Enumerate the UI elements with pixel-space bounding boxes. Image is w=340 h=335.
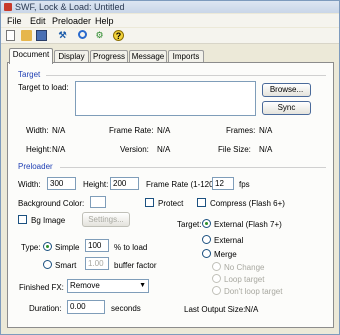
bg-image-checkbox[interactable] bbox=[18, 215, 27, 224]
duration-field[interactable]: 0.00 bbox=[67, 300, 105, 314]
no-change-label: No Change bbox=[224, 263, 265, 272]
browse-button[interactable]: Browse... bbox=[262, 83, 311, 97]
finished-fx-value: Remove bbox=[70, 281, 100, 290]
simple-label: Simple bbox=[55, 243, 80, 252]
toolbar: ⚒ ⚙ ? bbox=[1, 28, 339, 44]
menu-help[interactable]: Help bbox=[95, 16, 114, 26]
compress-label: Compress (Flash 6+) bbox=[210, 199, 285, 208]
target-frame-rate-value: N/A bbox=[157, 126, 171, 135]
dont-loop-target-radio[interactable] bbox=[212, 286, 221, 295]
title-bar: SWF, Lock & Load: Untitled bbox=[1, 1, 339, 13]
zoom-icon[interactable] bbox=[78, 30, 87, 39]
preloader-height-label: Height: bbox=[83, 180, 109, 189]
fps-label: fps bbox=[239, 180, 250, 189]
no-change-radio[interactable] bbox=[212, 262, 221, 271]
preloader-width-field[interactable]: 300 bbox=[47, 177, 76, 190]
buffer-factor-label: buffer factor bbox=[114, 261, 157, 270]
preloader-height-field[interactable]: 200 bbox=[110, 177, 139, 190]
settings-button[interactable]: Settings... bbox=[82, 212, 130, 227]
external-label: External bbox=[214, 236, 244, 245]
smart-label: Smart bbox=[55, 261, 77, 270]
frame-rate-label: Frame Rate (1-120): bbox=[146, 180, 219, 189]
duration-label: Duration: bbox=[29, 304, 62, 313]
target-file-size-value: N/A bbox=[259, 145, 273, 154]
target-file-size-label: File Size: bbox=[218, 145, 251, 154]
buffer-factor-field[interactable]: 1.00 bbox=[85, 257, 109, 270]
last-output-size-label: Last Output Size: bbox=[184, 305, 246, 314]
target-version-label: Version: bbox=[120, 145, 149, 154]
preloader-section-title: Preloader bbox=[18, 162, 53, 171]
open-folder-icon[interactable] bbox=[21, 30, 32, 41]
bg-image-label: Bg Image bbox=[31, 216, 66, 225]
target-height-value: N/A bbox=[52, 145, 66, 154]
background-color-swatch[interactable] bbox=[90, 196, 106, 208]
protect-checkbox[interactable] bbox=[145, 198, 154, 207]
target-frames-label: Frames: bbox=[226, 126, 256, 135]
external-radio[interactable] bbox=[202, 235, 211, 244]
loop-target-radio[interactable] bbox=[212, 274, 221, 283]
finished-fx-select[interactable]: Remove ▼ bbox=[67, 279, 149, 293]
finished-fx-label: Finished FX: bbox=[19, 283, 64, 292]
target-width-label: Width: bbox=[26, 126, 49, 135]
background-color-label: Background Color: bbox=[18, 199, 85, 208]
external-flash7-radio[interactable] bbox=[202, 219, 211, 228]
lock-icon[interactable]: ⚙ bbox=[94, 30, 105, 41]
target-frame-rate-label: Frame Rate: bbox=[109, 126, 154, 135]
help-icon[interactable]: ? bbox=[113, 30, 124, 41]
app-icon bbox=[4, 3, 12, 11]
simple-radio[interactable] bbox=[43, 242, 52, 251]
target-divider bbox=[46, 75, 326, 76]
loop-target-label: Loop target bbox=[224, 275, 265, 284]
document-panel: Target Target to load: Browse... Sync Wi… bbox=[7, 62, 334, 328]
target-height-label: Height: bbox=[26, 145, 52, 154]
tools-icon[interactable]: ⚒ bbox=[57, 30, 68, 41]
type-label: Type: bbox=[21, 243, 41, 252]
merge-radio[interactable] bbox=[202, 249, 211, 258]
chevron-down-icon: ▼ bbox=[139, 282, 146, 289]
target-frames-value: N/A bbox=[259, 126, 273, 135]
target-mode-label: Target: bbox=[177, 220, 202, 229]
to-load-label: % to load bbox=[114, 243, 148, 252]
target-to-load-field[interactable] bbox=[75, 81, 256, 116]
save-disk-icon[interactable] bbox=[36, 30, 47, 41]
merge-label: Merge bbox=[214, 250, 237, 259]
app-window: SWF, Lock & Load: Untitled File Edit Pre… bbox=[0, 0, 340, 335]
simple-percent-field[interactable]: 100 bbox=[85, 239, 109, 252]
dont-loop-target-label: Don't loop target bbox=[224, 287, 283, 296]
tab-document[interactable]: Document bbox=[9, 48, 53, 64]
sync-button[interactable]: Sync bbox=[262, 101, 311, 115]
frame-rate-field[interactable]: 12 bbox=[212, 177, 234, 190]
target-to-load-label: Target to load: bbox=[18, 83, 69, 92]
menu-edit[interactable]: Edit bbox=[30, 16, 46, 26]
new-file-icon[interactable] bbox=[6, 30, 15, 41]
target-width-value: N/A bbox=[52, 126, 66, 135]
preloader-divider bbox=[60, 167, 326, 168]
external-flash7-label: External (Flash 7+) bbox=[214, 220, 282, 229]
smart-radio[interactable] bbox=[43, 260, 52, 269]
seconds-label: seconds bbox=[111, 304, 141, 313]
protect-label: Protect bbox=[158, 199, 184, 208]
window-title: SWF, Lock & Load: Untitled bbox=[15, 2, 125, 12]
preloader-width-label: Width: bbox=[18, 180, 41, 189]
menu-bar: File Edit Preloader Help bbox=[1, 14, 339, 27]
menu-file[interactable]: File bbox=[7, 16, 22, 26]
target-section-title: Target bbox=[18, 70, 41, 79]
target-version-value: N/A bbox=[157, 145, 171, 154]
compress-checkbox[interactable] bbox=[197, 198, 206, 207]
menu-preloader[interactable]: Preloader bbox=[52, 16, 91, 26]
last-output-size-value: N/A bbox=[245, 305, 259, 314]
